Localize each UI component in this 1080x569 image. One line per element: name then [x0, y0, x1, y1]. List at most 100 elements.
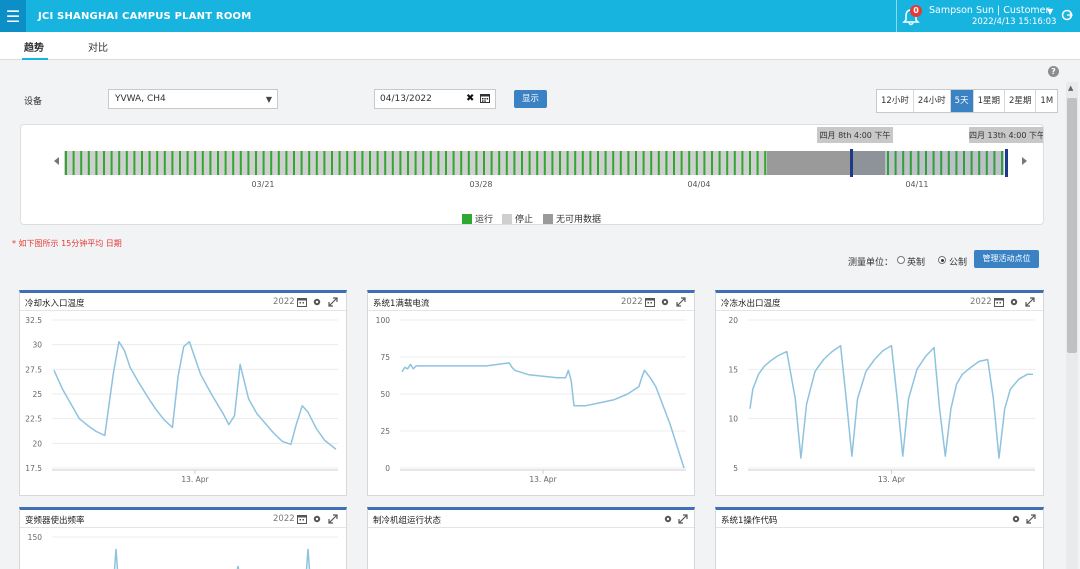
- range-1w-button[interactable]: 1星期: [974, 90, 1005, 112]
- timeline-running-mark: [437, 151, 440, 175]
- active-tab-indicator: [22, 58, 48, 60]
- panel-title: 冷却水入口温度: [25, 299, 85, 309]
- timeline-running-mark: [764, 151, 767, 175]
- range-1m-button[interactable]: 1M: [1036, 90, 1057, 112]
- chevron-down-icon[interactable]: ▼: [1047, 7, 1053, 16]
- timeline-running-mark: [217, 151, 219, 175]
- gear-icon[interactable]: [660, 297, 670, 307]
- panel-title: 系统1满载电流: [373, 299, 430, 309]
- calendar-icon[interactable]: [480, 93, 490, 103]
- timeline-tick-label: 04/11: [905, 180, 928, 189]
- calendar-icon[interactable]: [297, 514, 307, 524]
- menu-icon[interactable]: ☰: [0, 0, 26, 32]
- clear-icon[interactable]: ✖: [466, 93, 474, 104]
- timeline-running-mark: [186, 151, 189, 175]
- y-tick-label: 5: [733, 464, 738, 473]
- manage-points-button[interactable]: 管理活动点位: [974, 250, 1039, 268]
- timeline-running-mark: [627, 151, 630, 175]
- expand-icon[interactable]: [328, 514, 338, 524]
- expand-icon[interactable]: [328, 297, 338, 307]
- y-tick-label: 25: [32, 390, 42, 399]
- gear-icon[interactable]: [312, 514, 322, 524]
- timeline-running-mark: [536, 151, 539, 175]
- marker-start-label: 四月 8th 4:00 下午: [820, 130, 891, 140]
- imperial-label: 英制: [907, 258, 926, 268]
- timeline-selection[interactable]: [853, 151, 1007, 175]
- y-tick-label: 27.5: [25, 365, 42, 374]
- timeline-running-mark: [384, 151, 387, 175]
- calendar-icon[interactable]: [994, 297, 1004, 307]
- line-chart[interactable]: 100 75 50 25 0 13. Apr: [368, 312, 692, 492]
- timeline-legend-nodata: 无可用数据: [543, 212, 601, 225]
- y-tick-label: 0: [385, 464, 390, 473]
- gear-icon[interactable]: [312, 297, 322, 307]
- timeline-running-mark: [118, 151, 121, 175]
- panel-header: 冷却水入口温度 2022: [20, 293, 346, 311]
- panel-header: 变频器使出频率 2022: [20, 510, 346, 528]
- gear-icon[interactable]: [1011, 514, 1021, 524]
- imperial-radio[interactable]: [897, 256, 905, 264]
- y-tick-label: 30: [32, 341, 42, 350]
- help-icon[interactable]: ?: [1048, 66, 1059, 77]
- equipment-label: 设备: [24, 97, 43, 107]
- timeline-chart[interactable]: 03/21 03/28 04/04 04/11 四月 8th 4:00 下午 四月 1…: [21, 125, 1045, 224]
- equipment-select[interactable]: YVWA, CH4 ▼: [108, 89, 278, 109]
- calendar-icon[interactable]: [645, 297, 655, 307]
- tab-trend[interactable]: 趋势: [24, 39, 44, 54]
- expand-icon[interactable]: [1026, 514, 1036, 524]
- tab-bar: 趋势 对比: [0, 32, 1080, 60]
- timeline-running-mark: [650, 151, 653, 175]
- line-chart[interactable]: 20 15 10 5 13. Apr: [716, 312, 1041, 492]
- y-tick-label: 75: [380, 353, 390, 362]
- panel-header: 制冷机组运行状态: [368, 510, 694, 528]
- timeline-legend-running: 运行: [462, 212, 493, 225]
- gear-icon[interactable]: [1009, 297, 1019, 307]
- timeline-running-mark: [163, 151, 166, 175]
- show-button[interactable]: 显示: [514, 90, 547, 108]
- timeline-running-mark: [95, 151, 98, 175]
- legend-label: 停止: [515, 215, 534, 225]
- expand-icon[interactable]: [678, 514, 688, 524]
- app-title: JCI SHANGHAI CAMPUS PLANT ROOM: [38, 11, 252, 22]
- line-chart[interactable]: 150: [20, 529, 344, 569]
- series-line: [113, 548, 119, 569]
- timeline-handle-end[interactable]: [1005, 149, 1008, 177]
- timeline-navigator[interactable]: 03/21 03/28 04/04 04/11 四月 8th 4:00 下午 四月 1…: [20, 124, 1045, 225]
- line-chart[interactable]: 32.5 30 27.5 25 22.5 20 17.5 13. Apr: [20, 312, 344, 492]
- page-scrollbar-thumb[interactable]: [1067, 98, 1077, 353]
- chevron-down-icon: ▼: [265, 95, 272, 104]
- panel-title: 制冷机组运行状态: [373, 516, 442, 526]
- scroll-up-icon[interactable]: ▲: [1068, 84, 1073, 92]
- y-tick-label: 32.5: [25, 316, 42, 325]
- timeline-right-arrow-icon[interactable]: [1022, 157, 1027, 165]
- legend-swatch-nodata: [543, 213, 553, 224]
- range-12h-button[interactable]: 12小时: [877, 90, 914, 112]
- panel-header: 系统1满载电流 2022: [368, 293, 694, 311]
- timeline-running-mark: [726, 151, 729, 175]
- timeline-left-arrow-icon[interactable]: [54, 157, 59, 165]
- timeline-running-mark: [741, 151, 744, 175]
- range-2w-button[interactable]: 2星期: [1005, 90, 1037, 112]
- timeline-running-mark: [353, 151, 356, 175]
- date-input[interactable]: 04/13/2022: [374, 89, 496, 109]
- notification-badge: 0: [910, 5, 922, 17]
- y-tick-label: 22.5: [25, 415, 42, 424]
- expand-icon[interactable]: [1025, 297, 1035, 307]
- range-5d-button[interactable]: 5天: [950, 90, 974, 112]
- tab-compare[interactable]: 对比: [88, 39, 108, 54]
- user-name[interactable]: Sampson Sun | Customer: [929, 5, 1049, 16]
- timeline-running-mark: [369, 151, 371, 175]
- timeline-running-mark: [110, 151, 113, 175]
- calendar-icon[interactable]: [297, 297, 307, 307]
- timeline-running-mark: [642, 151, 645, 175]
- timeline-handle-start[interactable]: [850, 149, 853, 177]
- logout-icon[interactable]: [1061, 9, 1073, 21]
- timeline-running-mark: [756, 151, 759, 175]
- timeline-running-mark: [65, 151, 67, 175]
- timeline-running-mark: [733, 151, 736, 175]
- chart-panel-system1-full-load-current: 系统1满载电流 2022 100 75 50 25 0 13. Apr: [367, 290, 695, 496]
- metric-radio[interactable]: [938, 256, 946, 264]
- expand-icon[interactable]: [676, 297, 686, 307]
- range-24h-button[interactable]: 24小时: [914, 90, 951, 112]
- gear-icon[interactable]: [663, 514, 673, 524]
